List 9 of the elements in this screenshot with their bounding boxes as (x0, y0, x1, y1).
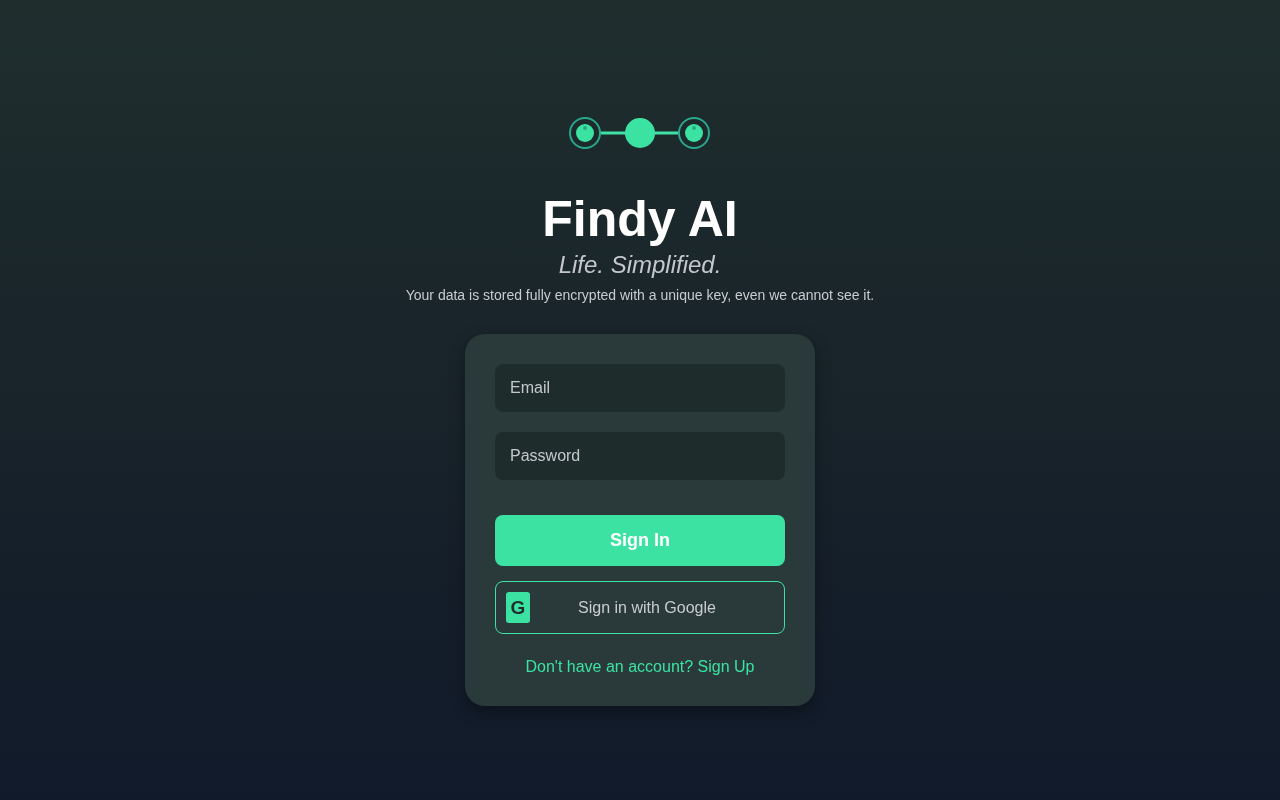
google-icon: G (506, 592, 530, 623)
email-field[interactable]: Email (495, 364, 785, 412)
encryption-note: Your data is stored fully encrypted with a unique key, even we cannot see it. (405, 286, 875, 304)
password-field[interactable]: Password (495, 432, 785, 480)
app-title: Findy AI (542, 191, 738, 247)
sign-up-link[interactable]: Don't have an account? Sign Up (525, 658, 755, 676)
tagline: Life. Simplified. (558, 250, 722, 280)
google-sign-in-button[interactable]: G Sign in with Google (495, 581, 785, 634)
logo-icon (569, 117, 711, 149)
